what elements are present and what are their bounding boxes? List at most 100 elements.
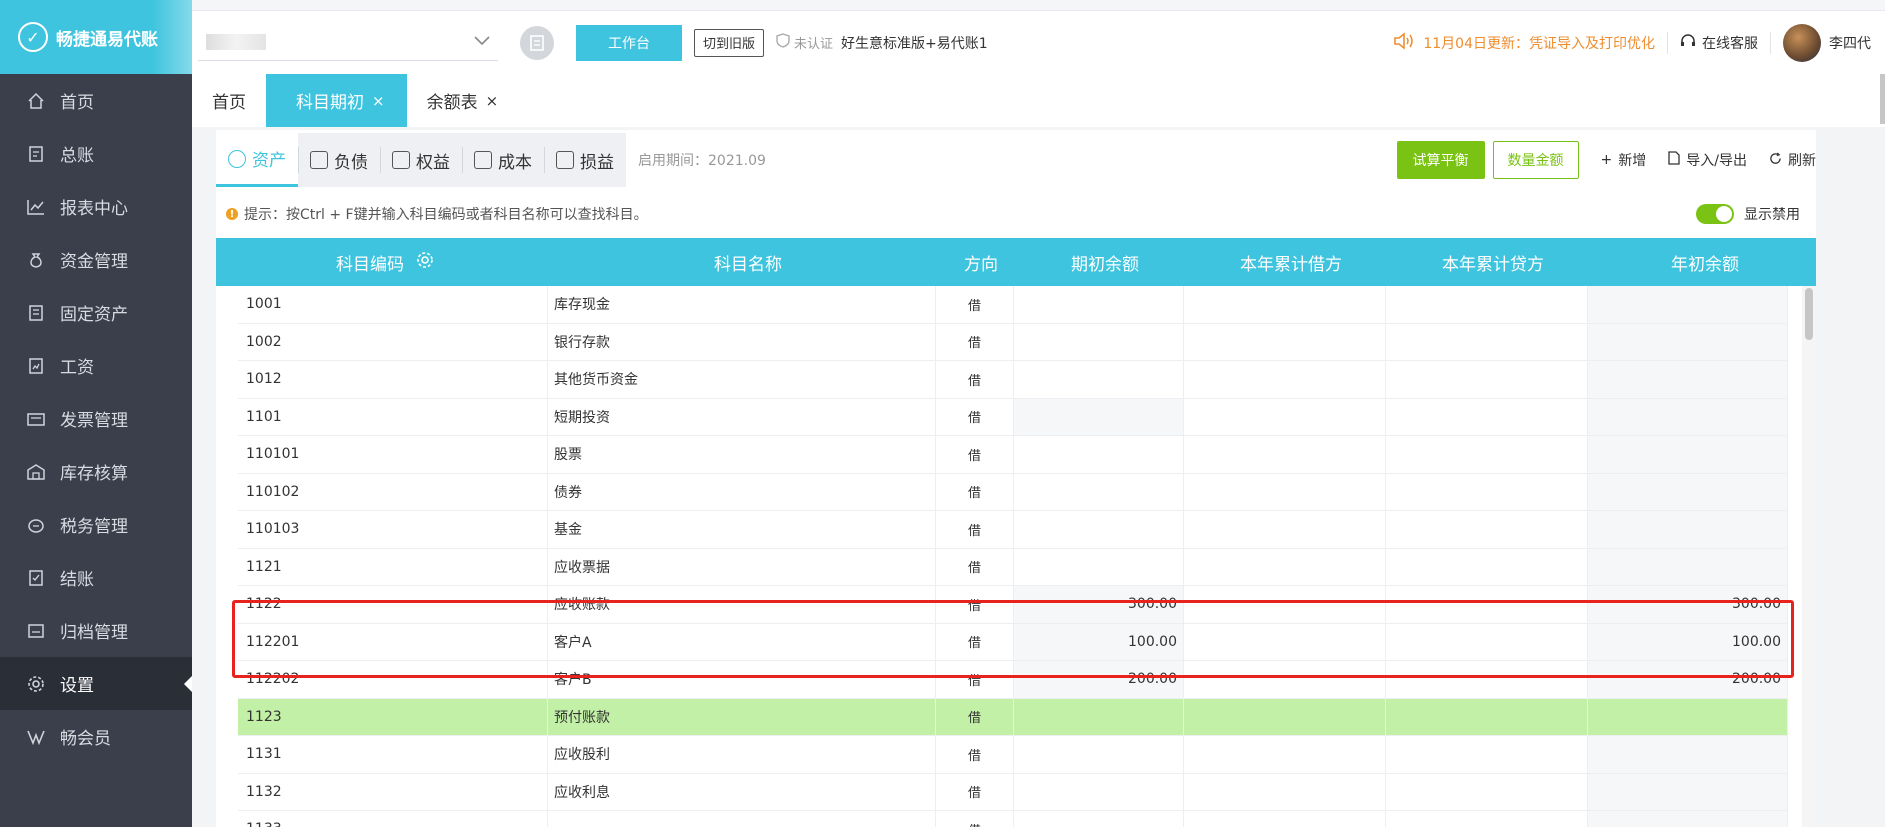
sidebar-item[interactable]: 归档管理 bbox=[0, 604, 192, 657]
ytd-debit-cell[interactable] bbox=[1184, 286, 1386, 323]
page-tab[interactable]: 首页 bbox=[192, 74, 266, 127]
category-tab[interactable]: 成本 bbox=[462, 133, 544, 187]
table-row[interactable]: 1121 应收票据 借 bbox=[238, 548, 1788, 586]
ytd-credit-cell[interactable] bbox=[1386, 811, 1588, 827]
category-tab[interactable]: 负债 bbox=[298, 133, 380, 187]
import-export-button[interactable]: 导入/导出 bbox=[1668, 150, 1747, 170]
opening-balance-cell[interactable] bbox=[1014, 473, 1184, 510]
sidebar-item[interactable]: 固定资产 bbox=[0, 286, 192, 339]
year-opening-cell[interactable] bbox=[1588, 361, 1788, 398]
year-opening-cell[interactable] bbox=[1588, 811, 1788, 827]
year-opening-cell[interactable]: 200.00 bbox=[1588, 661, 1788, 698]
table-row[interactable]: 1001 库存现金 借 bbox=[238, 286, 1788, 324]
opening-balance-cell[interactable] bbox=[1014, 511, 1184, 548]
year-opening-cell[interactable] bbox=[1588, 473, 1788, 510]
category-tab[interactable]: 损益 bbox=[544, 133, 626, 187]
sidebar-item[interactable]: 资金管理 bbox=[0, 233, 192, 286]
year-opening-cell[interactable] bbox=[1588, 736, 1788, 773]
page-tab[interactable]: 科目期初 × bbox=[266, 74, 407, 127]
opening-balance-cell[interactable] bbox=[1014, 548, 1184, 585]
scrollbar-thumb[interactable] bbox=[1805, 288, 1813, 340]
ytd-debit-cell[interactable] bbox=[1184, 398, 1386, 435]
opening-balance-cell[interactable] bbox=[1014, 698, 1184, 735]
online-service[interactable]: 在线客服 bbox=[1680, 33, 1758, 53]
opening-balance-cell[interactable] bbox=[1014, 361, 1184, 398]
ytd-debit-cell[interactable] bbox=[1184, 623, 1386, 660]
ytd-debit-cell[interactable] bbox=[1184, 811, 1386, 827]
ytd-credit-cell[interactable] bbox=[1386, 511, 1588, 548]
page-scrollbar[interactable] bbox=[1880, 74, 1885, 124]
add-button[interactable]: + 新增 bbox=[1601, 150, 1647, 170]
ytd-credit-cell[interactable] bbox=[1386, 736, 1588, 773]
close-icon[interactable]: × bbox=[372, 92, 385, 110]
opening-balance-cell[interactable] bbox=[1014, 736, 1184, 773]
ytd-debit-cell[interactable] bbox=[1184, 323, 1386, 360]
table-row[interactable]: 1131 应收股利 借 bbox=[238, 736, 1788, 774]
year-opening-cell[interactable] bbox=[1588, 323, 1788, 360]
table-row[interactable]: 1122 应收账款 借 300.00 300.00 bbox=[238, 586, 1788, 624]
certification-status[interactable]: 未认证 bbox=[776, 33, 833, 52]
trial-balance-button[interactable]: 试算平衡 bbox=[1396, 141, 1485, 179]
ytd-credit-cell[interactable] bbox=[1386, 548, 1588, 585]
year-opening-cell[interactable] bbox=[1588, 436, 1788, 473]
table-row[interactable]: 1101 短期投资 借 bbox=[238, 398, 1788, 436]
workbench-button[interactable]: 工作台 bbox=[576, 24, 682, 61]
user-menu[interactable]: 李四代 bbox=[1783, 23, 1871, 62]
year-opening-cell[interactable] bbox=[1588, 286, 1788, 323]
ytd-credit-cell[interactable] bbox=[1386, 436, 1588, 473]
show-disabled-toggle[interactable] bbox=[1696, 204, 1734, 224]
update-notice[interactable]: 11月04日更新：凭证导入及打印优化 bbox=[1393, 31, 1655, 55]
table-scrollbar[interactable] bbox=[1802, 286, 1816, 827]
sidebar-item[interactable]: 结账 bbox=[0, 551, 192, 604]
opening-balance-cell[interactable]: 300.00 bbox=[1014, 586, 1184, 623]
table-row[interactable]: 112201 客户A 借 100.00 100.00 bbox=[238, 623, 1788, 661]
ytd-credit-cell[interactable] bbox=[1386, 773, 1588, 810]
sidebar-item[interactable]: 库存核算 bbox=[0, 445, 192, 498]
app-logo[interactable]: ✓ 畅捷通易代账 bbox=[0, 0, 192, 74]
ytd-credit-cell[interactable] bbox=[1386, 398, 1588, 435]
ytd-debit-cell[interactable] bbox=[1184, 698, 1386, 735]
opening-balance-cell[interactable] bbox=[1014, 323, 1184, 360]
opening-balance-cell[interactable] bbox=[1014, 811, 1184, 827]
year-opening-cell[interactable]: 100.00 bbox=[1588, 623, 1788, 660]
opening-balance-cell[interactable]: 100.00 bbox=[1014, 623, 1184, 660]
sidebar-item[interactable]: 总账 bbox=[0, 127, 192, 180]
ytd-debit-cell[interactable] bbox=[1184, 736, 1386, 773]
year-opening-cell[interactable] bbox=[1588, 698, 1788, 735]
ytd-credit-cell[interactable] bbox=[1386, 586, 1588, 623]
quantity-amount-button[interactable]: 数量金额 bbox=[1492, 141, 1579, 179]
opening-balance-cell[interactable]: 200.00 bbox=[1014, 661, 1184, 698]
sidebar-item[interactable]: 首页 bbox=[0, 74, 192, 127]
ytd-debit-cell[interactable] bbox=[1184, 511, 1386, 548]
year-opening-cell[interactable] bbox=[1588, 548, 1788, 585]
opening-balance-cell[interactable] bbox=[1014, 773, 1184, 810]
table-row[interactable]: 1123 预付账款 借 bbox=[238, 698, 1788, 736]
ytd-debit-cell[interactable] bbox=[1184, 773, 1386, 810]
year-opening-cell[interactable] bbox=[1588, 398, 1788, 435]
notepad-icon[interactable] bbox=[520, 25, 554, 60]
year-opening-cell[interactable] bbox=[1588, 511, 1788, 548]
opening-balance-cell[interactable] bbox=[1014, 436, 1184, 473]
table-row[interactable]: 112202 客户B 借 200.00 200.00 bbox=[238, 661, 1788, 699]
year-opening-cell[interactable]: 300.00 bbox=[1588, 586, 1788, 623]
ytd-credit-cell[interactable] bbox=[1386, 661, 1588, 698]
refresh-button[interactable]: 刷新 bbox=[1769, 150, 1816, 170]
ytd-debit-cell[interactable] bbox=[1184, 661, 1386, 698]
opening-balance-cell[interactable] bbox=[1014, 286, 1184, 323]
ytd-credit-cell[interactable] bbox=[1386, 286, 1588, 323]
company-select[interactable] bbox=[198, 25, 498, 61]
ytd-credit-cell[interactable] bbox=[1386, 361, 1588, 398]
table-row[interactable]: 110103 基金 借 bbox=[238, 511, 1788, 549]
table-row[interactable]: 110102 债券 借 bbox=[238, 473, 1788, 511]
gear-icon[interactable] bbox=[416, 251, 434, 274]
sidebar-item[interactable]: 报表中心 bbox=[0, 180, 192, 233]
table-row[interactable]: 1132 应收利息 借 bbox=[238, 773, 1788, 811]
ytd-debit-cell[interactable] bbox=[1184, 548, 1386, 585]
ytd-credit-cell[interactable] bbox=[1386, 698, 1588, 735]
table-row[interactable]: 1133 借 bbox=[238, 811, 1788, 827]
ytd-debit-cell[interactable] bbox=[1184, 361, 1386, 398]
page-tab[interactable]: 余额表 × bbox=[407, 74, 519, 127]
ytd-debit-cell[interactable] bbox=[1184, 436, 1386, 473]
table-row[interactable]: 1002 银行存款 借 bbox=[238, 323, 1788, 361]
table-row[interactable]: 110101 股票 借 bbox=[238, 436, 1788, 474]
